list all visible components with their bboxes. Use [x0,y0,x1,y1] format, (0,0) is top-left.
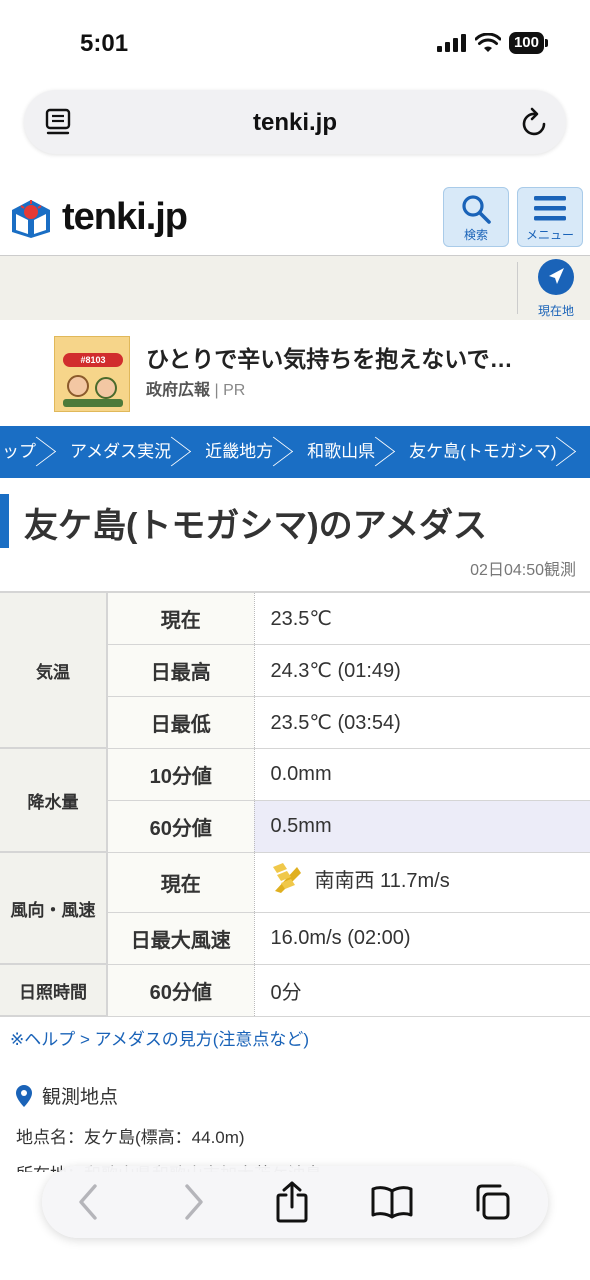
ad-sponsor-line: 政府広報 | PR [146,382,246,399]
row-value: 南南西 11.7m/s [314,869,450,892]
ad-image-person [95,377,117,399]
station-name: 地点名：友ケ島(標高：44.0m) [16,1128,245,1147]
category-wind: 風向・風速 [0,852,108,965]
forward-button[interactable] [172,1180,216,1224]
chevron-left-icon [79,1184,97,1220]
bookmarks-button[interactable] [370,1180,414,1224]
breadcrumb-wakayama[interactable]: 和歌山県 [291,426,393,478]
row-label: 10分値 [107,748,255,801]
ad-title[interactable]: ひとりで辛い気持ちを抱えないで… [146,340,513,374]
current-location-label: 現在地 [537,304,574,318]
row-label: 日最低 [107,696,255,749]
ad-image-button [63,399,123,407]
row-value: 0.0mm [254,748,590,801]
ad-image-person [67,375,89,397]
category-temperature: 気温 [0,591,108,749]
logo-text: tenki.jp [62,195,188,238]
menu-button[interactable]: メニュー [517,187,583,247]
title-accent-bar [0,494,9,548]
location-arrow-icon [538,259,574,295]
chevron-right-icon [185,1184,203,1220]
ad-pr-label: PR [223,382,246,399]
row-value-cell: 南南西 11.7m/s [254,852,590,913]
page-title: 友ケ島(トモガシマ)のアメダス [24,507,487,545]
breadcrumb-kinki[interactable]: 近畿地方 [189,426,291,478]
row-value: 0分 [254,964,590,1017]
breadcrumb-tomogashima[interactable]: 友ケ島(トモガシマ) [393,426,574,478]
location-strip: 現在地 [0,256,590,320]
battery-indicator: 100 [508,32,549,54]
row-label: 日最大風速 [107,912,255,965]
row-value: 0.5mm [254,800,590,853]
ad-sponsor: 政府広報 [146,382,211,399]
status-bar: 5:01 100 [0,0,590,88]
row-value: 16.0m/s (02:00) [254,912,590,965]
table-row: 日照時間 60分値 0分 [0,964,590,1017]
observation-time: 02日04:50観測 [470,562,576,579]
search-label: 検索 [463,228,488,242]
share-icon [276,1181,308,1223]
row-value: 24.3℃ (01:49) [254,644,590,697]
category-sunshine: 日照時間 [0,964,108,1017]
book-icon [371,1186,413,1219]
row-label: 現在 [107,852,255,913]
site-header: tenki.jp 検索 メニュー [0,180,590,256]
wifi-icon [474,33,501,52]
table-row: 降水量 10分値 0.0mm [0,748,590,853]
ad-banner[interactable]: #8103 ひとりで辛い気持ちを抱えないで… 政府広報 | PR [0,320,590,426]
category-precipitation: 降水量 [0,748,108,853]
back-button[interactable] [66,1180,110,1224]
amedas-table: 気温 現在 23.5℃ 日最高 24.3℃ (01:49) 日最低 23.5℃ … [0,591,590,1017]
status-icons: 100 [436,32,549,54]
row-label: 60分値 [107,800,255,853]
tenki-logo-icon [12,200,50,238]
browser-toolbar [42,1166,548,1238]
hamburger-icon [534,196,566,221]
signal-icon [436,34,466,52]
breadcrumb-amedas[interactable]: アメダス実況 [54,426,189,478]
help-link[interactable]: ※ヘルプ > アメダスの見方(注意点など) [10,1025,309,1050]
share-button[interactable] [270,1180,314,1224]
address-bar[interactable]: tenki.jp [24,90,566,154]
page-title-block: 友ケ島(トモガシマ)のアメダス [0,490,590,550]
reload-icon[interactable] [520,106,550,138]
row-label: 日最高 [107,644,255,697]
breadcrumb-top[interactable]: ップ [0,426,54,478]
ad-image-badge: #8103 [63,353,123,367]
status-time: 5:01 [80,30,129,57]
row-label: 60分値 [107,964,255,1017]
current-location-button[interactable]: 現在地 [530,258,582,319]
menu-label: メニュー [525,228,574,242]
site-logo[interactable]: tenki.jp [8,194,188,240]
search-icon [462,195,491,224]
breadcrumb: ップ アメダス実況 近畿地方 和歌山県 友ケ島(トモガシマ) [0,426,590,478]
search-button[interactable]: 検索 [443,187,509,247]
table-row: 風向・風速 現在 南南西 11.7m/s [0,852,590,965]
row-value: 23.5℃ [254,591,590,645]
row-value: 23.5℃ (03:54) [254,696,590,749]
station-heading: 観測地点 [42,1087,119,1108]
strip-divider [517,262,518,314]
tabs-icon [476,1184,510,1220]
map-pin-icon [16,1084,32,1107]
wind-direction-icon [272,863,301,893]
row-label: 現在 [107,591,255,645]
table-row: 気温 現在 23.5℃ [0,591,590,749]
url-domain[interactable]: tenki.jp [24,109,566,137]
ad-image[interactable]: #8103 [54,336,130,412]
station-info: 観測地点 地点名：友ケ島(標高：44.0m) 所在地：和歌山県和歌山市加太苫ケ沖… [16,1082,322,1172]
tabs-button[interactable] [470,1180,514,1224]
